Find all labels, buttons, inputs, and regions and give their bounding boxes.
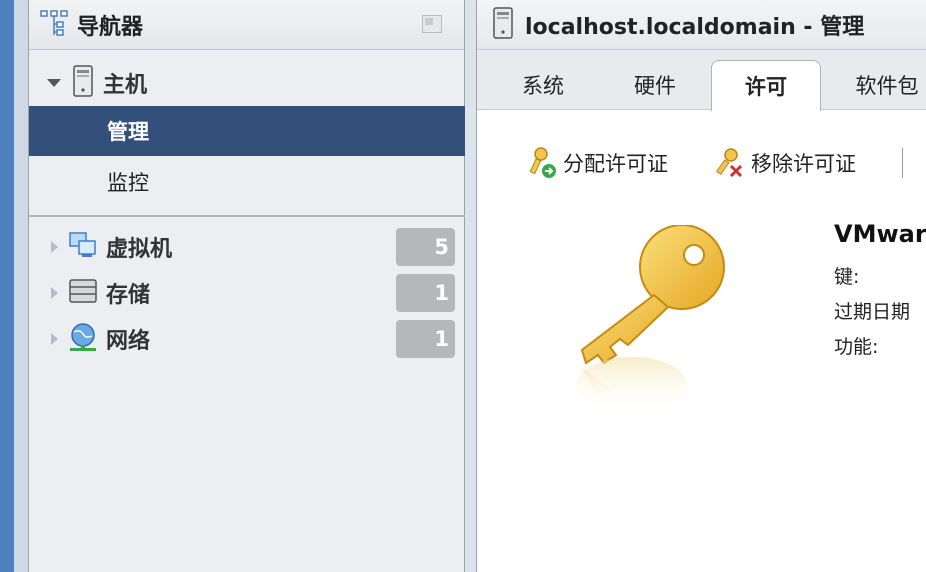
assign-key-icon [529, 147, 556, 178]
window: 导航器 主机 管理 监控 虚拟机 5 存储 1 网络 1 localhost.l… [0, 0, 926, 572]
host-server-icon [493, 6, 513, 43]
tree-host[interactable]: 主机 [29, 62, 466, 104]
navigator-panel: 导航器 主机 管理 监控 虚拟机 5 存储 1 网络 1 [28, 0, 465, 572]
tab-system[interactable]: 系统 [488, 60, 598, 110]
license-product-name: VMwar [834, 220, 926, 248]
tree-item-vms[interactable]: 虚拟机 5 [29, 224, 465, 270]
tab-hardware[interactable]: 硬件 [600, 60, 710, 110]
vm-icon [68, 231, 98, 263]
count-badge: 1 [396, 320, 455, 358]
expand-arrow-icon[interactable] [47, 79, 61, 87]
divider [29, 215, 465, 217]
toolbar-separator [902, 148, 903, 178]
network-icon [68, 322, 98, 356]
assign-license-button[interactable]: 分配许可证 [525, 146, 668, 180]
expand-arrow-icon[interactable] [51, 333, 58, 345]
expand-arrow-icon[interactable] [51, 287, 58, 299]
tree-item-storage[interactable]: 存储 1 [29, 270, 465, 316]
license-features-label: 功能: [834, 336, 879, 358]
license-key-icon [572, 224, 732, 424]
expand-arrow-icon[interactable] [51, 241, 58, 253]
assign-license-label: 分配许可证 [563, 152, 668, 176]
tab-packages[interactable]: 软件包 [832, 60, 926, 110]
nav-item-monitor[interactable]: 监控 [29, 157, 465, 207]
license-toolbar: 分配许可证 移除许可证 [477, 140, 926, 186]
tab-bar: 系统 硬件 许可 软件包 [477, 50, 926, 111]
tab-license[interactable]: 许可 [711, 60, 821, 111]
tree-item-label: 虚拟机 [106, 237, 173, 262]
left-edge-strip [0, 0, 28, 572]
license-info: VMwar 键: 过期日期 功能: [834, 220, 926, 359]
tree-item-label: 网络 [106, 329, 151, 354]
navigator-tree-icon [39, 8, 69, 42]
storage-icon [68, 277, 98, 309]
remove-key-icon [716, 148, 743, 178]
host-label: 主机 [103, 73, 148, 98]
tree-item-network[interactable]: 网络 1 [29, 316, 465, 362]
remove-license-button[interactable]: 移除许可证 [713, 146, 856, 180]
navigator-header: 导航器 [29, 0, 464, 50]
license-key-label: 键: [834, 266, 860, 288]
main-header: localhost.localdomain - 管理 [477, 0, 926, 50]
minimize-panel-button[interactable] [422, 15, 442, 33]
host-server-icon [73, 65, 93, 101]
nav-item-manage[interactable]: 管理 [29, 106, 465, 156]
count-badge: 5 [396, 228, 455, 266]
license-expiry-label: 过期日期 [834, 301, 911, 323]
count-badge: 1 [396, 274, 455, 312]
tree-item-label: 存储 [106, 283, 151, 308]
page-title: localhost.localdomain - 管理 [525, 14, 865, 40]
navigator-title: 导航器 [77, 14, 144, 40]
main-panel: localhost.localdomain - 管理 系统 硬件 许可 软件包 … [476, 0, 926, 572]
remove-license-label: 移除许可证 [751, 152, 856, 176]
